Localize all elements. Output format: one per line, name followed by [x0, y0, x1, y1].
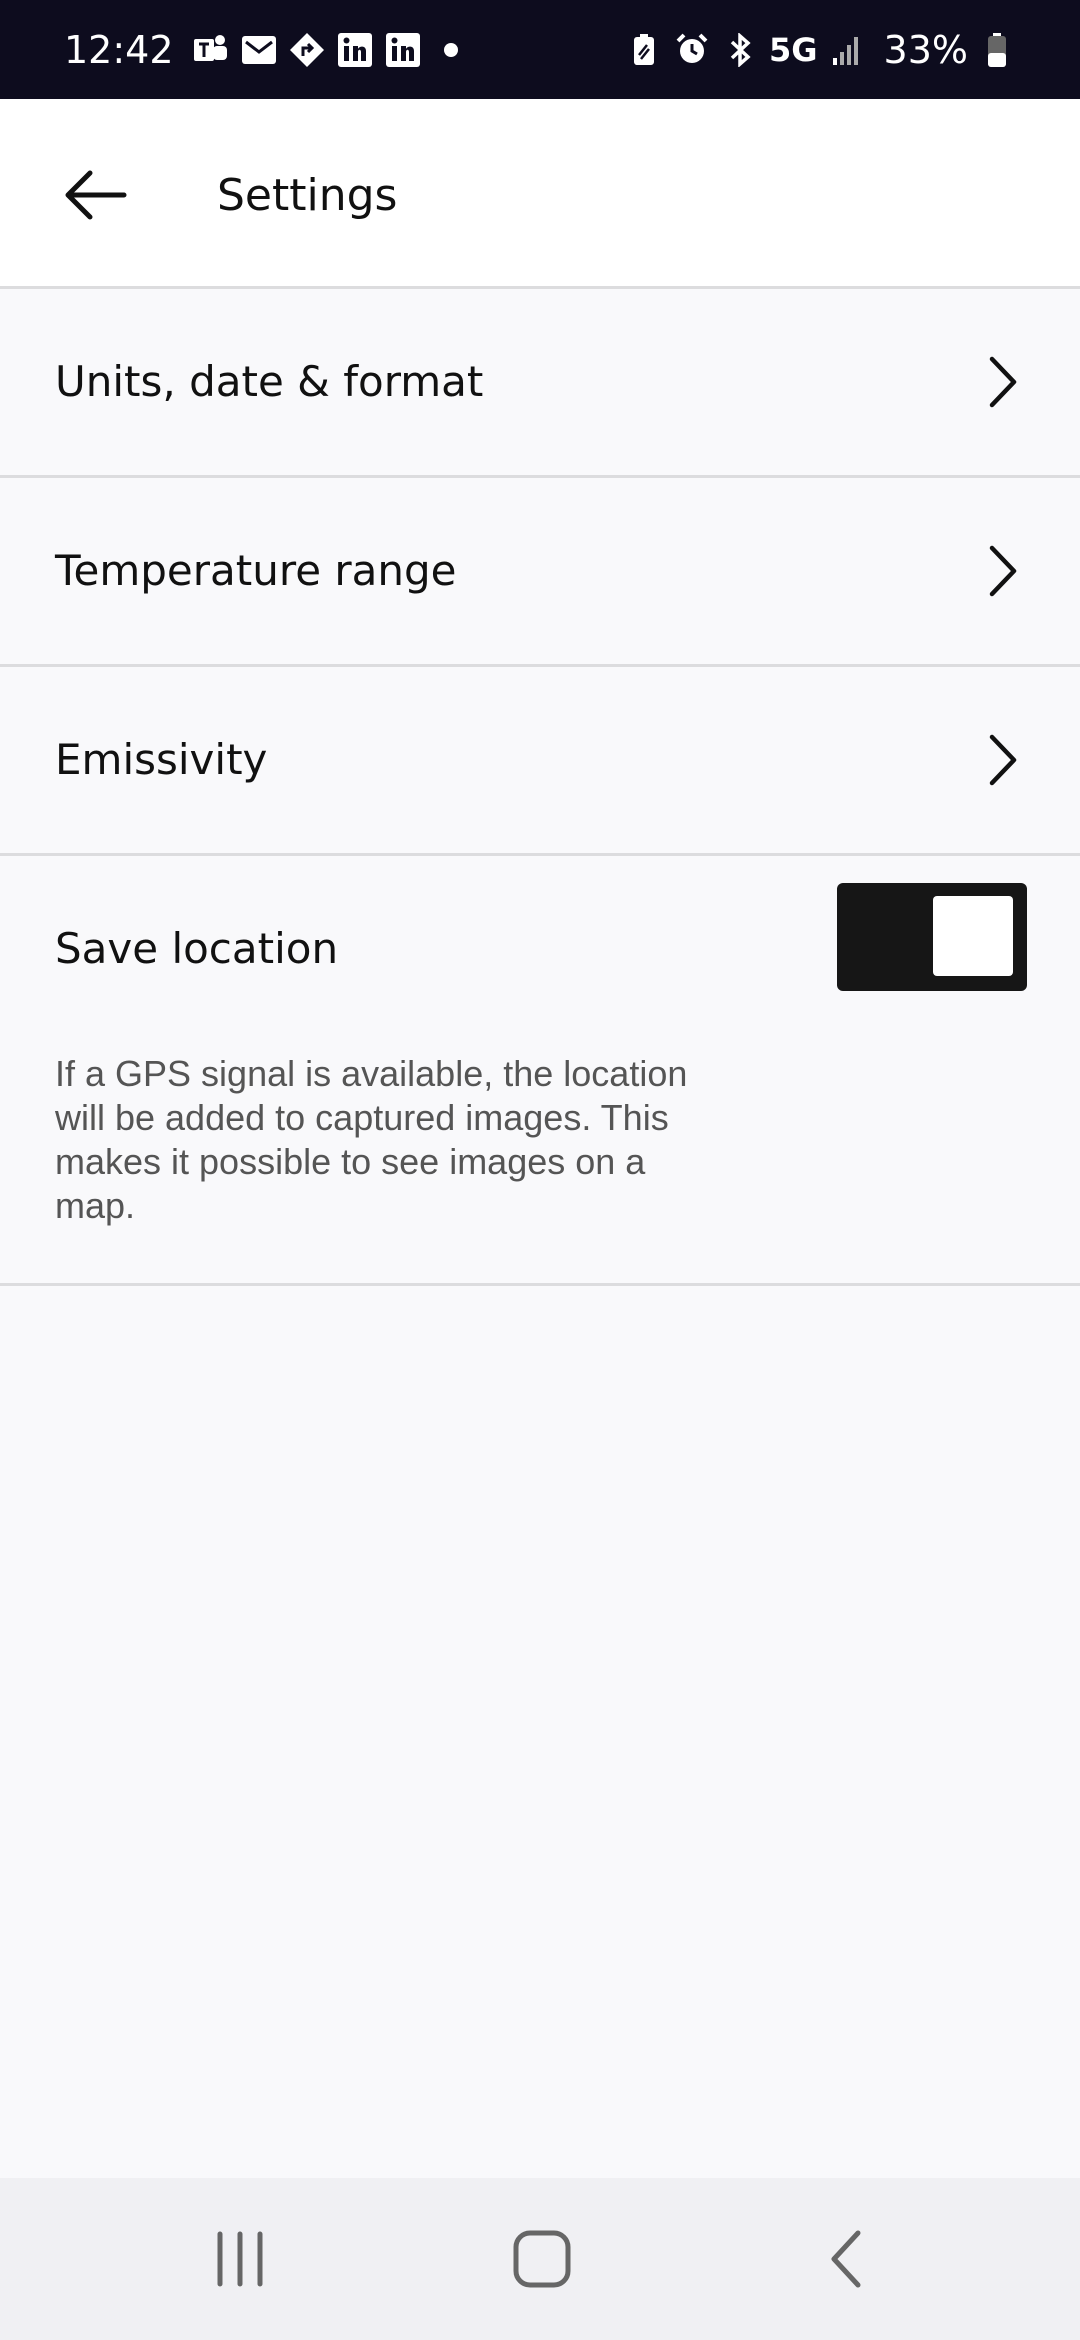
toggle-knob: [933, 896, 1013, 976]
save-location-toggle[interactable]: [837, 883, 1027, 991]
recents-button[interactable]: [180, 2214, 300, 2304]
more-notifications-dot: [443, 42, 458, 57]
system-back-button[interactable]: [786, 2214, 906, 2304]
home-icon: [513, 2230, 571, 2288]
alarm-icon: [673, 31, 711, 69]
back-button[interactable]: [50, 153, 140, 237]
network-type: 5G: [769, 30, 818, 69]
battery-percent: 33%: [883, 27, 968, 72]
battery-saver-icon: [625, 31, 663, 69]
notification-icons: [192, 31, 458, 69]
back-icon: [831, 2230, 861, 2288]
system-icons: 5G 33%: [625, 28, 1016, 72]
status-bar: 12:42 5G 33%: [0, 0, 1080, 99]
settings-item-save-location: Save location If a GPS signal is availab…: [0, 856, 1080, 1286]
chevron-right-icon: [978, 349, 1028, 415]
mail-icon: [240, 31, 278, 69]
settings-list: Units, date & format Temperature range E…: [0, 289, 1080, 1286]
settings-item-label: Emissivity: [55, 735, 268, 784]
battery-icon: [978, 31, 1016, 69]
settings-item-units[interactable]: Units, date & format: [0, 289, 1080, 478]
settings-item-temperature-range[interactable]: Temperature range: [0, 478, 1080, 667]
bluetooth-icon: [721, 31, 759, 69]
linkedin-icon: [384, 31, 422, 69]
settings-item-label: Units, date & format: [55, 357, 484, 406]
chevron-right-icon: [978, 727, 1028, 793]
teams-icon: [192, 31, 230, 69]
settings-item-emissivity[interactable]: Emissivity: [0, 667, 1080, 856]
save-location-label: Save location: [55, 924, 339, 973]
system-nav-bar: [0, 2178, 1080, 2340]
directions-icon: [288, 31, 326, 69]
settings-item-label: Temperature range: [55, 546, 457, 595]
status-time: 12:42: [64, 27, 174, 72]
linkedin-icon: [336, 31, 374, 69]
home-button[interactable]: [482, 2214, 602, 2304]
save-location-description: If a GPS signal is available, the locati…: [55, 1053, 688, 1226]
chevron-right-icon: [978, 538, 1028, 604]
page-title: Settings: [217, 170, 398, 221]
app-bar: Settings: [0, 99, 1080, 289]
signal-icon: [828, 31, 866, 69]
arrow-left-icon: [65, 170, 127, 220]
recents-icon: [217, 2231, 263, 2287]
